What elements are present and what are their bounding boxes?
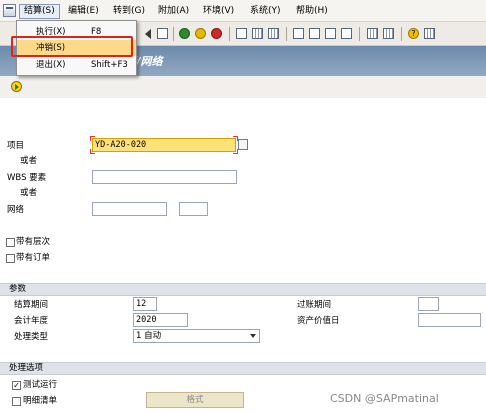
- settlement-period-label: 结算期间: [14, 300, 49, 310]
- previous-page-icon[interactable]: [309, 28, 320, 39]
- menu-item-shortcut: Shift+F3: [91, 60, 128, 70]
- toolbar-separator: [286, 27, 287, 41]
- help-icon[interactable]: ?: [408, 28, 419, 39]
- processing-type-value: 1 自动: [136, 331, 162, 341]
- exit-icon[interactable]: [195, 28, 206, 39]
- network-input[interactable]: [92, 202, 167, 216]
- processing-type-label: 处理类型: [14, 332, 49, 342]
- toolbar-separator: [173, 27, 174, 41]
- multiple-selection-icon[interactable]: [238, 139, 248, 150]
- find-icon[interactable]: [252, 28, 263, 39]
- activity-input[interactable]: [179, 202, 208, 216]
- fiscal-year-label: 会计年度: [14, 316, 49, 326]
- posting-period-label: 过账期间: [297, 300, 332, 310]
- next-page-icon[interactable]: [325, 28, 336, 39]
- cancel-icon[interactable]: [211, 28, 222, 39]
- toolbar-separator: [229, 27, 230, 41]
- menu-edit[interactable]: 编辑(E): [68, 4, 99, 19]
- project-input[interactable]: YD-A20-020: [92, 138, 236, 152]
- menu-item-exit[interactable]: 退出(X) Shift+F3: [17, 57, 136, 73]
- shortcut-icon[interactable]: [383, 28, 394, 39]
- menu-help[interactable]: 帮助(H): [296, 4, 328, 19]
- with-hierarchy-checkbox[interactable]: [6, 238, 15, 247]
- system-menu-icon[interactable]: [3, 4, 16, 17]
- focus-marker: [90, 136, 95, 141]
- wbs-element-input[interactable]: [92, 170, 237, 184]
- detail-list-checkbox[interactable]: [12, 397, 21, 406]
- with-orders-label: 带有订单: [16, 253, 51, 263]
- with-hierarchy-label: 带有层次: [16, 237, 51, 247]
- toolbar-separator: [359, 27, 360, 41]
- settlement-period-input[interactable]: 12: [133, 297, 157, 311]
- or-label: 或者: [20, 188, 38, 198]
- first-page-icon[interactable]: [293, 28, 304, 39]
- or-label: 或者: [20, 156, 38, 166]
- network-label: 网络: [7, 205, 25, 215]
- menu-environment[interactable]: 环境(V): [203, 4, 234, 19]
- layout-menu-icon[interactable]: [424, 28, 435, 39]
- menu-extras[interactable]: 附加(A): [158, 4, 189, 19]
- execute-icon[interactable]: [11, 81, 22, 92]
- fiscal-year-input[interactable]: 2020: [133, 313, 188, 327]
- focus-marker: [90, 149, 95, 154]
- test-run-label: 测试运行: [23, 380, 58, 390]
- test-run-checkbox[interactable]: ✓: [12, 381, 21, 390]
- asset-value-date-input[interactable]: [418, 313, 481, 327]
- back-icon[interactable]: [179, 28, 190, 39]
- posting-period-input[interactable]: [418, 297, 439, 311]
- menu-bar: 结算(S) 编辑(E) 转到(G) 附加(A) 环境(V) 系统(Y) 帮助(H…: [0, 0, 486, 22]
- wbs-element-label: WBS 要素: [7, 173, 47, 183]
- print-icon[interactable]: [236, 28, 247, 39]
- menu-system[interactable]: 系统(Y): [250, 4, 281, 19]
- project-label: 项目: [7, 141, 25, 151]
- find-next-icon[interactable]: [268, 28, 279, 39]
- detail-list-label: 明细清单: [23, 396, 58, 406]
- watermark: CSDN @SAPmatinal: [330, 392, 439, 405]
- processing-options-group-header: 处理选项: [0, 362, 486, 375]
- new-session-icon[interactable]: [367, 28, 378, 39]
- parameters-group-header: 参数: [0, 283, 486, 296]
- chevron-down-icon: [250, 334, 256, 338]
- highlight-annotation: [11, 36, 133, 57]
- menu-settlement[interactable]: 结算(S): [19, 4, 60, 19]
- processing-type-select[interactable]: 1 自动: [133, 329, 260, 343]
- application-toolbar: [0, 76, 486, 98]
- with-orders-checkbox[interactable]: [6, 254, 15, 263]
- save-icon[interactable]: [157, 28, 168, 39]
- menu-goto[interactable]: 转到(G): [113, 4, 145, 19]
- last-page-icon[interactable]: [341, 28, 352, 39]
- back-arrow-icon[interactable]: [145, 29, 151, 39]
- toolbar-separator: [401, 27, 402, 41]
- format-button[interactable]: 格式: [146, 392, 244, 408]
- asset-value-date-label: 资产价值日: [297, 316, 340, 326]
- menu-item-label: 退出(X): [36, 60, 66, 70]
